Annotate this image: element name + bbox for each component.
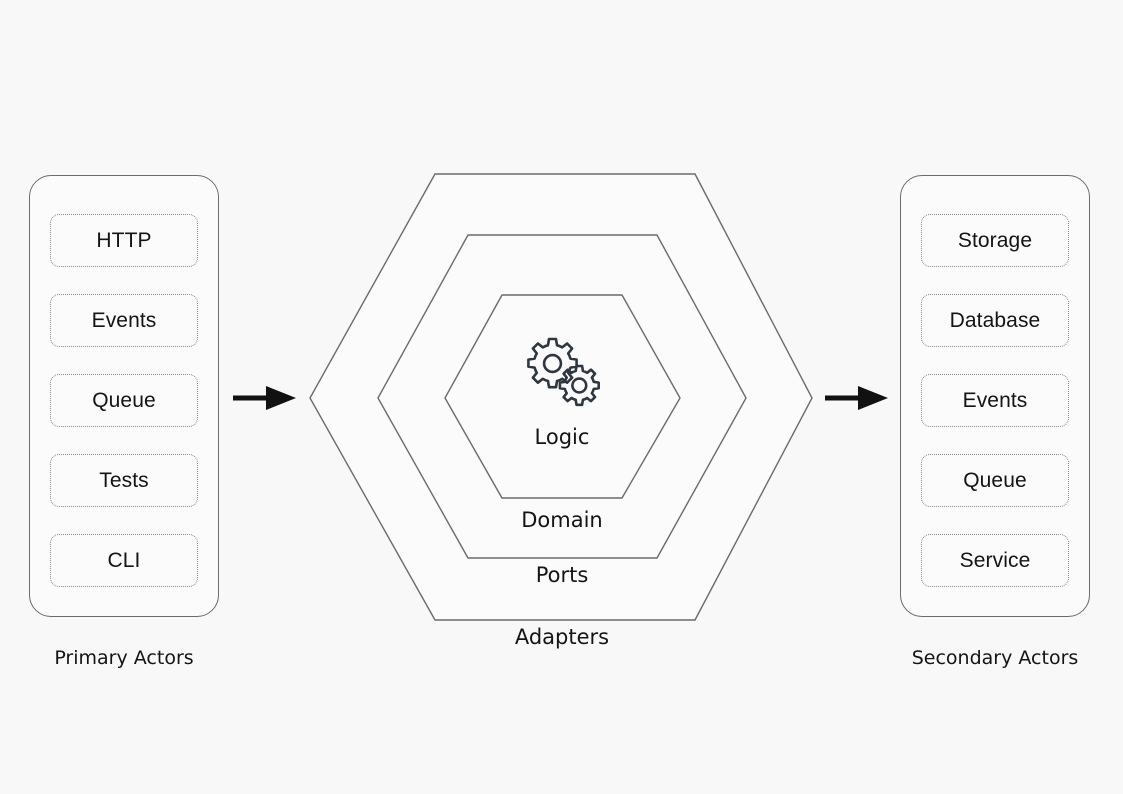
primary-actor-cli[interactable]: CLI bbox=[50, 534, 198, 587]
secondary-actors-panel: Storage Database Events Queue Service bbox=[900, 175, 1090, 617]
core-label-logic: Logic bbox=[534, 425, 590, 449]
primary-actors-panel: HTTP Events Queue Tests CLI bbox=[29, 175, 219, 617]
core-label-adapters: Adapters bbox=[514, 625, 610, 649]
primary-actor-events[interactable]: Events bbox=[50, 294, 198, 347]
secondary-actor-database[interactable]: Database bbox=[921, 294, 1069, 347]
hexagon-core: Logic Domain Ports Adapters bbox=[300, 160, 824, 649]
secondary-actor-queue[interactable]: Queue bbox=[921, 454, 1069, 507]
primary-actor-queue[interactable]: Queue bbox=[50, 374, 198, 427]
gears-icon bbox=[527, 337, 600, 407]
primary-actors-caption: Primary Actors bbox=[54, 647, 194, 669]
inbound-arrow-icon bbox=[233, 386, 296, 410]
primary-actor-tests[interactable]: Tests bbox=[50, 454, 198, 507]
outbound-arrow-icon bbox=[825, 386, 888, 410]
primary-actor-http[interactable]: HTTP bbox=[50, 214, 198, 267]
secondary-actor-storage[interactable]: Storage bbox=[921, 214, 1069, 267]
core-label-domain: Domain bbox=[521, 508, 603, 532]
secondary-actor-service[interactable]: Service bbox=[921, 534, 1069, 587]
secondary-actor-events[interactable]: Events bbox=[921, 374, 1069, 427]
secondary-actors-caption: Secondary Actors bbox=[911, 647, 1079, 669]
diagram-canvas: HTTP Events Queue Tests CLI Primary Acto… bbox=[0, 0, 1123, 794]
core-label-ports: Ports bbox=[535, 563, 589, 587]
